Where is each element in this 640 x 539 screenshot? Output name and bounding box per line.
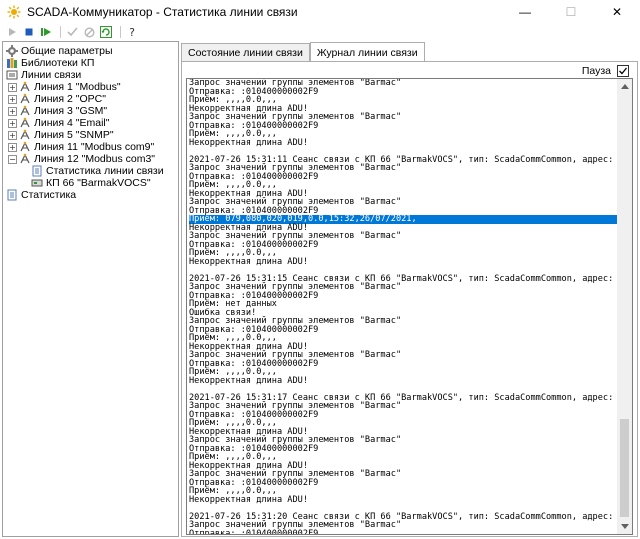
tree-item-line-11[interactable]: + Линия 11 "Modbus com9" bbox=[8, 141, 154, 153]
library-icon bbox=[7, 58, 17, 68]
expand-toggle[interactable]: + bbox=[8, 142, 17, 152]
tree-item-line-12[interactable]: − Линия 12 "Modbus com3" bbox=[8, 153, 155, 165]
window-title: SCADA-Коммуникатор - Статистика линии св… bbox=[27, 5, 298, 19]
tree-item-line-5[interactable]: + Линия 5 "SNMP" bbox=[8, 129, 114, 141]
tree-item-line-3[interactable]: + Линия 3 "GSM" bbox=[8, 105, 107, 117]
settings-icon bbox=[6, 45, 18, 57]
tree-item-label: Линия 1 "Modbus" bbox=[34, 81, 121, 93]
content-panel: Состояние линии связи Журнал линии связи… bbox=[181, 41, 640, 539]
toolbar-separator bbox=[120, 26, 121, 38]
tree-item-label: Библиотеки КП bbox=[21, 57, 95, 69]
tree-item-libraries[interactable]: Библиотеки КП bbox=[6, 57, 94, 69]
tab-line-state[interactable]: Состояние линии связи bbox=[181, 43, 310, 61]
scada-logo-icon bbox=[7, 5, 21, 19]
tree-item-label: Статистика bbox=[21, 189, 77, 201]
navigation-tree: Общие параметры Библиотеки КП Линии связ… bbox=[2, 41, 179, 537]
minimize-button[interactable]: — bbox=[502, 0, 548, 24]
pause-control[interactable]: Пауза bbox=[582, 64, 629, 78]
line-icon bbox=[20, 93, 30, 104]
tree-item-label: Линия 3 "GSM" bbox=[34, 105, 108, 117]
pause-label: Пауза bbox=[581, 65, 611, 77]
tree-item-label: Линия 4 "Email" bbox=[34, 117, 110, 129]
log-line: Некорректная длина ADU! bbox=[189, 375, 308, 386]
tree-item-label: Линия 2 "OPC" bbox=[34, 93, 106, 105]
stats-doc-icon bbox=[32, 165, 42, 177]
tree-item-device-66[interactable]: КП 66 "BarmakVOCS" bbox=[31, 177, 151, 189]
toolbar: ? bbox=[0, 24, 640, 40]
log-line: Некорректная длина ADU! bbox=[189, 137, 308, 148]
maximize-button[interactable]: ☐ bbox=[548, 0, 594, 24]
tree-item-label: Линия 11 "Modbus com9" bbox=[34, 141, 155, 153]
line-icon bbox=[20, 153, 30, 164]
tree-item-line-stats[interactable]: Статистика линии связи bbox=[31, 165, 164, 177]
line-icon bbox=[20, 105, 30, 116]
vertical-scrollbar[interactable] bbox=[617, 79, 632, 534]
collapse-toggle[interactable]: − bbox=[8, 154, 17, 164]
tree-item-label: Линия 12 "Modbus com3" bbox=[34, 153, 156, 165]
tree-item-line-1[interactable]: + Линия 1 "Modbus" bbox=[8, 81, 121, 93]
line-icon bbox=[20, 141, 30, 152]
help-icon[interactable]: ? bbox=[125, 25, 139, 39]
tree-item-label: Статистика линии связи bbox=[46, 165, 164, 177]
tree-item-line-4[interactable]: + Линия 4 "Email" bbox=[8, 117, 110, 129]
scrollbar-thumb[interactable] bbox=[620, 419, 629, 517]
toolbar-separator bbox=[60, 26, 61, 38]
tree-item-statistics[interactable]: Статистика bbox=[6, 189, 76, 201]
expand-toggle[interactable]: + bbox=[8, 94, 17, 104]
apply-icon[interactable] bbox=[65, 25, 79, 39]
pause-checkbox[interactable] bbox=[617, 65, 629, 77]
stop-icon[interactable] bbox=[22, 25, 36, 39]
tab-body: Пауза Запрос значений группы элементов "… bbox=[181, 61, 638, 537]
tree-item-label: КП 66 "BarmakVOCS" bbox=[46, 177, 151, 189]
tree-item-label: Линия 5 "SNMP" bbox=[34, 129, 114, 141]
tree-item-label: Общие параметры bbox=[21, 45, 113, 57]
close-button[interactable]: ✕ bbox=[594, 0, 640, 24]
svg-text:?: ? bbox=[129, 26, 135, 38]
title-bar: SCADA-Коммуникатор - Статистика линии св… bbox=[0, 0, 640, 24]
log-line: Некорректная длина ADU! bbox=[189, 256, 308, 267]
log-line: Некорректная длина ADU! bbox=[189, 494, 308, 505]
cancel-icon[interactable] bbox=[82, 25, 96, 39]
start-icon[interactable] bbox=[5, 25, 19, 39]
line-icon bbox=[20, 81, 30, 92]
device-icon bbox=[31, 179, 43, 187]
tree-item-comm-lines[interactable]: Линии связи bbox=[6, 69, 81, 81]
log-text: Запрос значений группы элементов "Barmac… bbox=[189, 79, 617, 535]
tree-item-label: Линии связи bbox=[21, 69, 82, 81]
tab-strip: Состояние линии связи Журнал линии связи bbox=[181, 41, 425, 62]
checkmark-icon bbox=[619, 67, 628, 75]
tree-item-general-params[interactable]: Общие параметры bbox=[6, 45, 113, 57]
tab-label: Журнал линии связи bbox=[316, 46, 418, 59]
expand-toggle[interactable]: + bbox=[8, 106, 17, 116]
scroll-down-icon[interactable] bbox=[617, 519, 632, 534]
log-line: Отправка: :010400000002F9 bbox=[189, 528, 319, 535]
stats-doc-icon bbox=[7, 189, 17, 201]
tab-line-log[interactable]: Журнал линии связи bbox=[309, 42, 425, 62]
line-icon bbox=[20, 117, 30, 128]
restart-icon[interactable] bbox=[39, 25, 53, 39]
tree-item-line-2[interactable]: + Линия 2 "OPC" bbox=[8, 93, 106, 105]
refresh-icon[interactable] bbox=[99, 25, 113, 39]
expand-toggle[interactable]: + bbox=[8, 118, 17, 128]
lines-icon bbox=[6, 70, 18, 80]
log-textbox[interactable]: Запрос значений группы элементов "Barmac… bbox=[186, 78, 633, 535]
expand-toggle[interactable]: + bbox=[8, 130, 17, 140]
expand-toggle[interactable]: + bbox=[8, 82, 17, 92]
tab-label: Состояние линии связи bbox=[188, 46, 303, 59]
line-icon bbox=[20, 129, 30, 140]
scroll-up-icon[interactable] bbox=[617, 79, 632, 94]
